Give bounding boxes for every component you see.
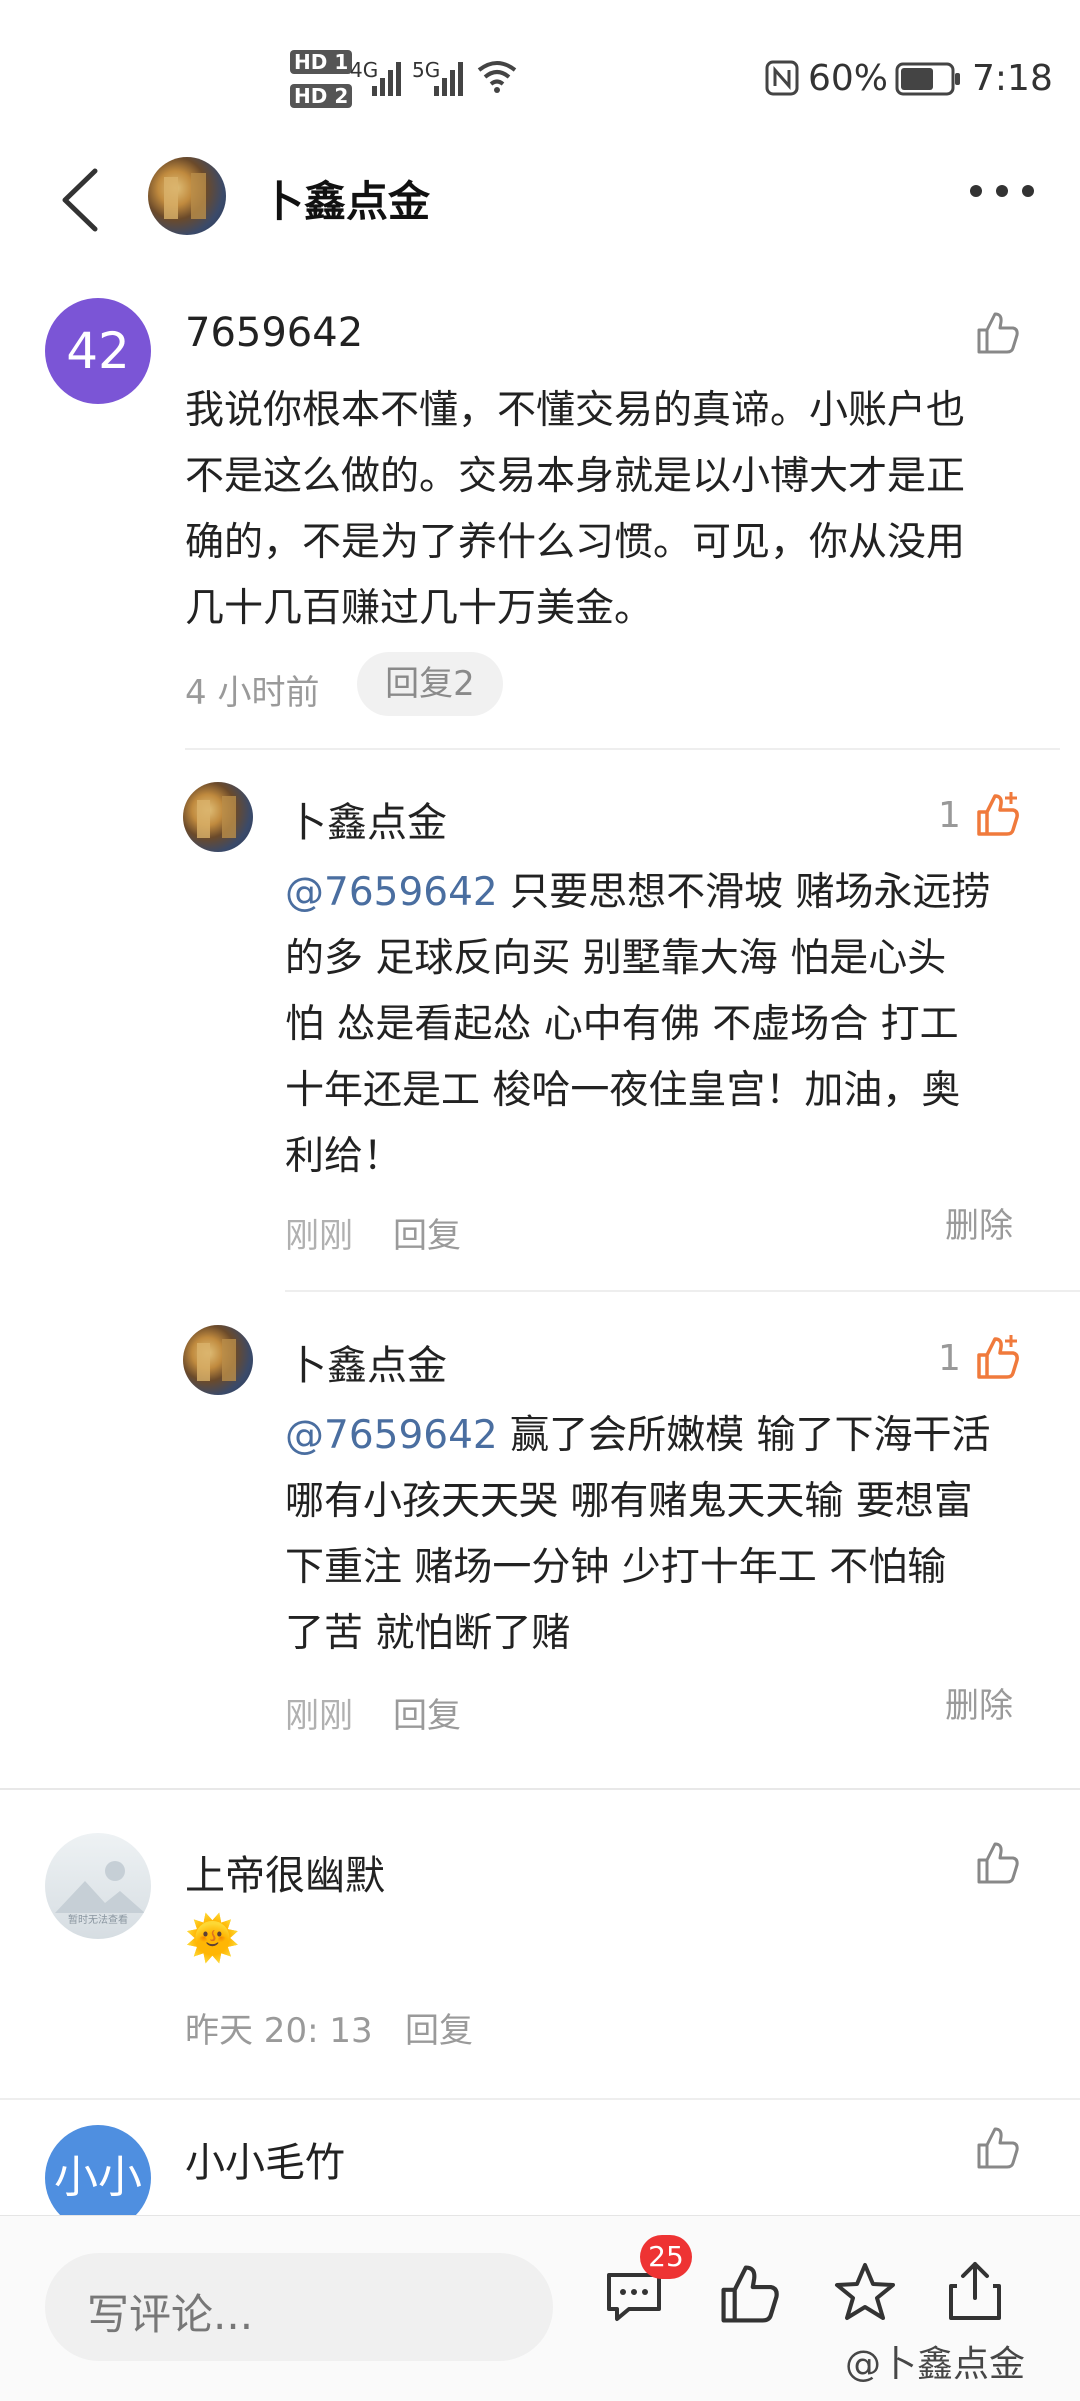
comment-emoji: 🌞 — [185, 1913, 240, 1964]
avatar[interactable]: 暂时无法查看 — [45, 1833, 151, 1939]
reply-avatar[interactable] — [183, 1325, 253, 1395]
signal-1-icon — [372, 62, 401, 96]
mention-link[interactable]: @7659642 — [285, 1413, 498, 1458]
share-icon[interactable] — [945, 2258, 1005, 2324]
reply-username[interactable]: 卜鑫点金 — [287, 790, 447, 848]
comment-input[interactable]: 写评论... — [45, 2253, 553, 2361]
thumb-up-filled-icon[interactable] — [975, 790, 1023, 838]
avatar[interactable]: 42 — [45, 298, 151, 404]
comment-time: 4 小时前 — [185, 673, 320, 713]
thumb-up-icon[interactable] — [975, 1840, 1021, 1886]
reply-time: 刚刚 — [285, 1696, 353, 1736]
battery-percent: 60% — [808, 58, 889, 99]
reply-text: @7659642 只要思想不滑坡 赌场永远捞 的多 足球反向买 别墅靠大海 怕是… — [285, 870, 991, 1179]
like-count: 1 — [938, 1338, 961, 1379]
thumb-up-icon[interactable] — [975, 310, 1021, 356]
reply-time: 刚刚 — [285, 1216, 353, 1256]
comment-username[interactable]: 7659642 — [185, 310, 363, 356]
star-icon[interactable] — [832, 2260, 898, 2326]
section-divider — [0, 2098, 1080, 2100]
back-button[interactable] — [55, 165, 105, 235]
status-bar: HD 1 HD 2 4G 5G 60% 7:18 — [0, 0, 1080, 150]
reply-text: @7659642 赢了会所嫩模 输了下海干活 哪有小孩天天哭 哪有赌鬼天天输 要… — [285, 1413, 991, 1656]
comment-input-placeholder: 写评论... — [87, 2290, 254, 2339]
like-count: 1 — [938, 795, 961, 836]
section-divider — [0, 1788, 1080, 1790]
reply-button[interactable]: 回复 — [393, 1208, 461, 1257]
author-avatar[interactable] — [148, 157, 226, 235]
clock: 7:18 — [972, 58, 1053, 99]
mention-link[interactable]: @7659642 — [285, 870, 498, 915]
hd1-indicator: HD 1 — [290, 50, 353, 74]
reply-count-button[interactable]: 回复2 — [357, 652, 503, 716]
thumb-up-icon[interactable] — [718, 2262, 782, 2326]
comment-text: 我说你根本不懂，不懂交易的真谛。小账户也 不是这么做的。交易本身就是以小博大才是… — [185, 388, 966, 631]
avatar-caption: 暂时无法查看 — [68, 1915, 128, 1926]
thumb-up-icon[interactable] — [975, 2125, 1021, 2171]
delete-button[interactable]: 删除 — [945, 1678, 1013, 1727]
reply-button[interactable]: 回复 — [393, 1688, 461, 1737]
comment-time: 昨天 20: 13 — [185, 2011, 373, 2051]
delete-button[interactable]: 删除 — [945, 1198, 1013, 1247]
thumb-up-filled-icon[interactable] — [975, 1333, 1023, 1381]
watermark: @卜鑫点金 — [845, 2344, 1026, 2385]
reply-button[interactable]: 回复 — [405, 2003, 473, 2052]
divider — [185, 748, 1060, 750]
wifi-icon — [477, 61, 517, 93]
comment-username[interactable]: 小小毛竹 — [185, 2130, 345, 2188]
divider — [285, 1290, 1080, 1292]
reply-username[interactable]: 卜鑫点金 — [287, 1333, 447, 1391]
page-title: 卜鑫点金 — [262, 177, 431, 226]
comment-username[interactable]: 上帝很幽默 — [185, 1843, 385, 1901]
hd2-indicator: HD 2 — [290, 84, 353, 108]
comment-count-badge: 25 — [640, 2235, 692, 2279]
battery-icon — [895, 62, 960, 96]
more-button[interactable] — [970, 185, 1040, 205]
nfc-icon — [765, 60, 799, 96]
reply-avatar[interactable] — [183, 782, 253, 852]
signal-2-icon — [434, 62, 463, 96]
